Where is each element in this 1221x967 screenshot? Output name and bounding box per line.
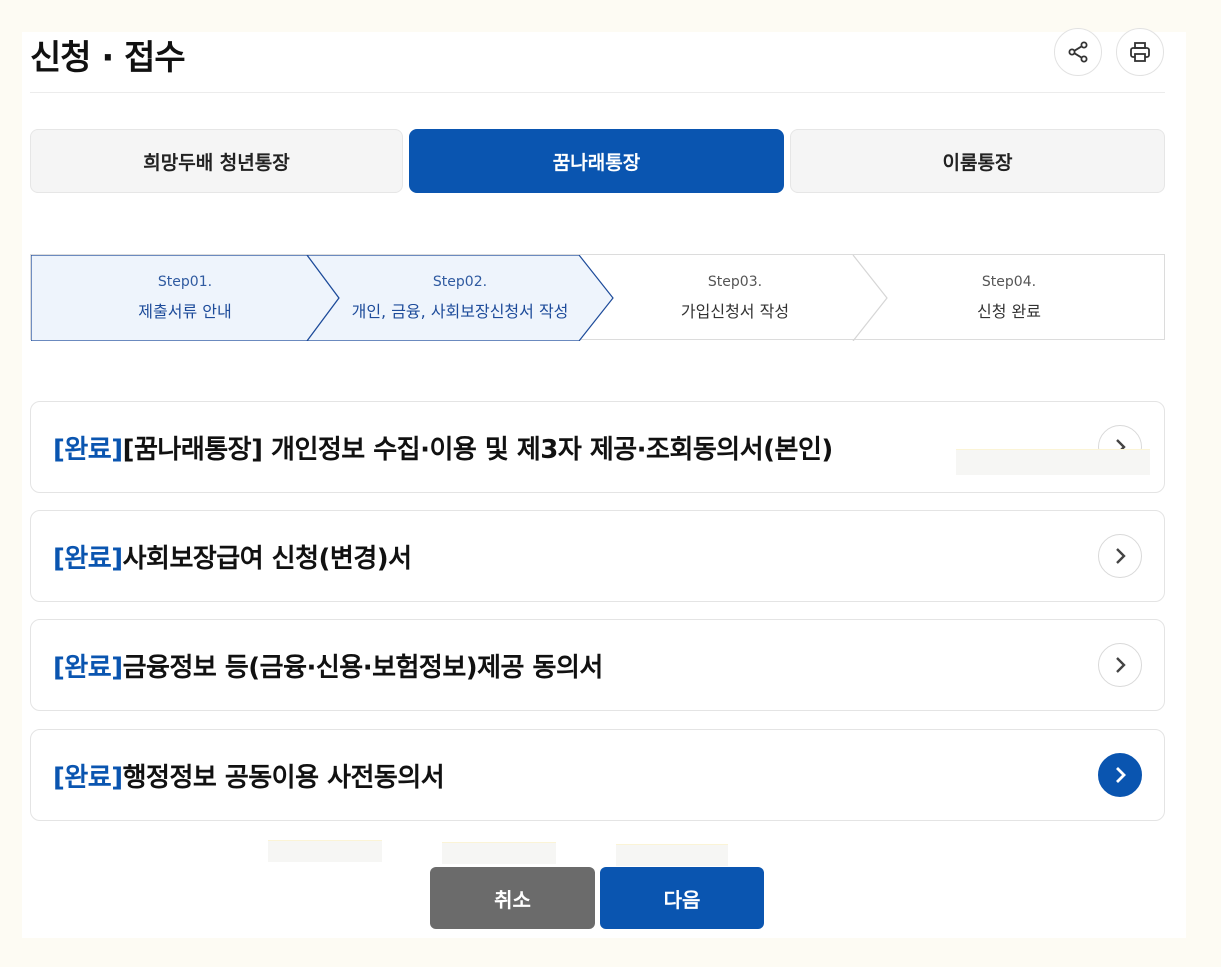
tab-label: 이룸통장 (942, 151, 1013, 174)
chevron-right-button[interactable] (1098, 753, 1142, 797)
redaction-strip (616, 844, 728, 866)
document-row-personal-info-consent[interactable]: [완료][꿈나래통장] 개인정보 수집·이용 및 제3자 제공·조회동의서(본인… (30, 401, 1165, 493)
step-number: Step03. (707, 274, 763, 290)
document-status: [완료] (53, 434, 123, 465)
tab-label: 꿈나래통장 (552, 151, 641, 174)
share-icon (1068, 41, 1088, 63)
chevron-right-icon (1116, 767, 1126, 783)
step-item: Step04. 신청 완료 (867, 255, 1151, 341)
cancel-button[interactable]: 취소 (430, 867, 595, 929)
tab-achievement-account[interactable]: 이룸통장 (790, 129, 1165, 193)
chevron-right-icon (1116, 548, 1126, 564)
step-item: Step01. 제출서류 안내 (31, 255, 339, 341)
next-button[interactable]: 다음 (600, 867, 764, 929)
tab-label: 희망두배 청년통장 (143, 151, 290, 174)
step-number: Step04. (981, 274, 1037, 290)
document-row-social-security-application[interactable]: [완료]사회보장급여 신청(변경)서 (30, 510, 1165, 602)
document-status: [완료] (53, 762, 123, 793)
step-label: 제출서류 안내 (138, 302, 232, 321)
redaction-strip (268, 840, 382, 862)
step-progress: Step01. 제출서류 안내 Step02. 개인, 금융, 사회보장신청서 … (30, 254, 1165, 341)
step-item: Step02. 개인, 금융, 사회보장신청서 작성 (307, 255, 613, 341)
title-divider (30, 92, 1165, 93)
step-label: 개인, 금융, 사회보장신청서 작성 (351, 302, 569, 321)
step-number: Step02. (432, 274, 488, 290)
tab-dream-account[interactable]: 꿈나래통장 (409, 129, 784, 193)
step-label: 가입신청서 작성 (680, 302, 790, 321)
print-icon (1130, 42, 1150, 62)
step-number: Step01. (157, 274, 213, 290)
document-status: [완료] (53, 652, 123, 683)
document-row-financial-info-consent[interactable]: [완료]금융정보 등(금융·신용·보험정보)제공 동의서 (30, 619, 1165, 711)
share-button[interactable] (1054, 28, 1102, 76)
chevron-right-button[interactable] (1098, 534, 1142, 578)
document-title: [완료]행정정보 공동이용 사전동의서 (53, 762, 445, 793)
page-title: 신청 · 접수 (30, 38, 186, 78)
step-item: Step03. 가입신청서 작성 (593, 255, 877, 341)
tab-hope-double-youth-account[interactable]: 희망두배 청년통장 (30, 129, 403, 193)
step-label: 신청 완료 (977, 302, 1041, 321)
document-title: [완료]사회보장급여 신청(변경)서 (53, 543, 412, 574)
redaction-strip (442, 842, 556, 864)
document-row-admin-info-consent[interactable]: [완료]행정정보 공동이용 사전동의서 (30, 729, 1165, 821)
chevron-right-icon (1116, 657, 1126, 673)
document-title: [완료][꿈나래통장] 개인정보 수집·이용 및 제3자 제공·조회동의서(본인… (53, 434, 833, 465)
print-button[interactable] (1116, 28, 1164, 76)
document-title: [완료]금융정보 등(금융·신용·보험정보)제공 동의서 (53, 652, 603, 683)
document-status: [완료] (53, 543, 123, 574)
redaction-strip (956, 449, 1150, 475)
chevron-right-button[interactable] (1098, 643, 1142, 687)
